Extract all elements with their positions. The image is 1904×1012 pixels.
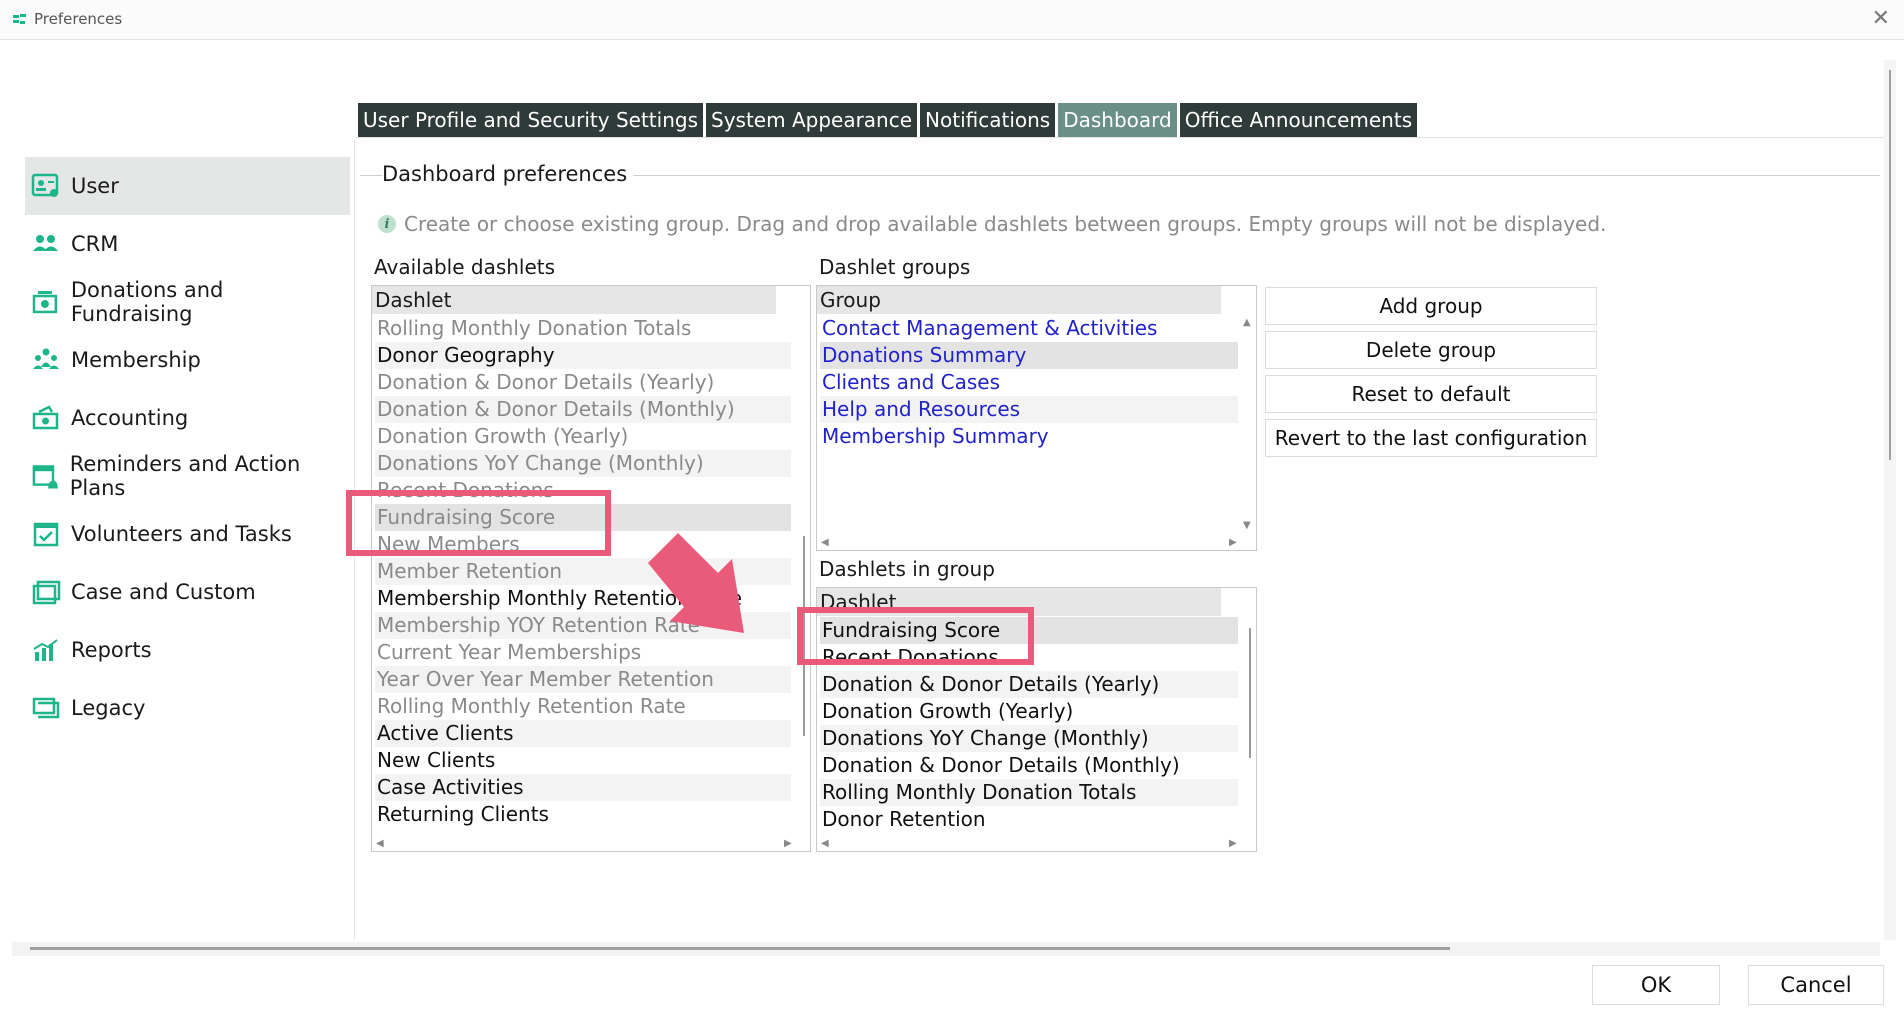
sidebar-item-label: Reports xyxy=(71,638,152,662)
sidebar-item-accounting[interactable]: Accounting xyxy=(25,389,350,447)
list-item[interactable]: Donation & Donor Details (Monthly) xyxy=(820,752,1238,779)
page-hscroll-thumb[interactable] xyxy=(30,947,1450,950)
scroll-left-icon[interactable]: ◀ xyxy=(376,838,384,849)
money-icon xyxy=(32,405,59,430)
list-item[interactable]: Membership Summary xyxy=(820,423,1238,450)
available-dashlets-label: Available dashlets xyxy=(374,255,556,279)
dashlet-groups-label: Dashlet groups xyxy=(819,255,971,279)
scroll-right-icon[interactable]: ▶ xyxy=(1229,838,1237,849)
scroll-right-icon[interactable]: ▶ xyxy=(784,838,792,849)
sidebar-item-donations[interactable]: Donations and Fundraising xyxy=(25,273,350,331)
scroll-up-icon[interactable]: ▲ xyxy=(1243,317,1251,328)
dashlet-groups-list[interactable]: Group Contact Management & Activities Do… xyxy=(816,285,1257,551)
list-item[interactable]: Rolling Monthly Retention Rate xyxy=(375,693,791,720)
reset-default-button[interactable]: Reset to default xyxy=(1265,375,1597,413)
sidebar: User CRM Donations and Fundraising Membe… xyxy=(25,157,350,737)
dashlets-in-group-label: Dashlets in group xyxy=(819,557,995,581)
page-vscroll-thumb[interactable] xyxy=(1889,70,1891,460)
list-item[interactable]: Help and Resources xyxy=(820,396,1238,423)
groups-header: Group xyxy=(817,286,1221,314)
cancel-button[interactable]: Cancel xyxy=(1748,965,1884,1005)
people-icon xyxy=(33,235,58,251)
sidebar-item-user[interactable]: User xyxy=(25,157,350,215)
title-bar: Preferences ✕ xyxy=(0,0,1904,40)
sidebar-item-label: Membership xyxy=(71,348,201,372)
list-item[interactable]: Donations YoY Change (Monthly) xyxy=(375,450,791,477)
sidebar-item-case-custom[interactable]: Case and Custom xyxy=(25,563,350,621)
tab-underline xyxy=(355,137,1885,138)
list-item[interactable]: Rolling Monthly Donation Totals xyxy=(820,779,1238,806)
delete-group-button[interactable]: Delete group xyxy=(1265,331,1597,369)
revert-config-button[interactable]: Revert to the last configuration xyxy=(1265,419,1597,457)
list-item[interactable]: Donor Retention xyxy=(820,806,1238,833)
groups-rows: Contact Management & Activities Donation… xyxy=(820,315,1238,450)
sidebar-item-label: Reminders and Action Plans xyxy=(69,452,301,500)
briefcase-icon xyxy=(32,580,61,605)
list-item[interactable]: Active Clients xyxy=(375,720,791,747)
info-message: i Create or choose existing group. Drag … xyxy=(378,212,1606,236)
section-legend: Dashboard preferences xyxy=(382,162,634,186)
info-icon: i xyxy=(378,215,396,233)
highlight-source-box xyxy=(346,490,611,556)
close-icon[interactable]: ✕ xyxy=(1872,6,1890,31)
list-item[interactable]: Donation & Donor Details (Monthly) xyxy=(375,396,791,423)
list-item[interactable]: Contact Management & Activities xyxy=(820,315,1238,342)
sidebar-item-legacy[interactable]: Legacy xyxy=(25,679,350,737)
sidebar-item-label: User xyxy=(71,174,119,198)
sidebar-item-reports[interactable]: Reports xyxy=(25,621,350,679)
add-group-button[interactable]: Add group xyxy=(1265,287,1597,325)
sidebar-item-label: Legacy xyxy=(71,696,146,720)
sidebar-item-label: Donations and Fundraising xyxy=(70,278,224,326)
sidebar-item-reminders[interactable]: Reminders and Action Plans xyxy=(25,447,350,505)
tab-bar: User Profile and Security Settings Syste… xyxy=(358,103,1420,137)
highlight-target-box xyxy=(797,607,1034,665)
calendar-check-icon xyxy=(33,522,59,547)
sidebar-item-label: CRM xyxy=(71,232,119,256)
sidebar-item-label: Volunteers and Tasks xyxy=(71,522,292,546)
in-group-vscroll-thumb[interactable] xyxy=(1249,628,1251,758)
scroll-left-icon[interactable]: ◀ xyxy=(821,838,829,849)
page-vertical-scrollbar[interactable] xyxy=(1884,60,1896,940)
tab-notifications[interactable]: Notifications xyxy=(920,103,1056,137)
list-item[interactable]: Rolling Monthly Donation Totals xyxy=(375,315,791,342)
sidebar-item-label: Accounting xyxy=(71,406,189,430)
user-card-icon xyxy=(31,173,59,197)
list-item[interactable]: Case Activities xyxy=(375,774,791,801)
app-logo-icon xyxy=(13,14,26,24)
bar-chart-icon xyxy=(33,639,58,661)
membership-icon xyxy=(33,348,59,369)
list-item[interactable]: Donor Geography xyxy=(375,342,791,369)
list-item[interactable]: Donation & Donor Details (Yearly) xyxy=(820,671,1238,698)
tab-system-appearance[interactable]: System Appearance xyxy=(706,103,918,137)
ok-button[interactable]: OK xyxy=(1592,965,1720,1005)
list-item[interactable]: Donation & Donor Details (Yearly) xyxy=(375,369,791,396)
list-item[interactable]: Clients and Cases xyxy=(820,369,1238,396)
list-item[interactable]: Donation Growth (Yearly) xyxy=(375,423,791,450)
tab-user-profile[interactable]: User Profile and Security Settings xyxy=(358,103,703,137)
sidebar-item-crm[interactable]: CRM xyxy=(25,215,350,273)
drag-arrow-icon xyxy=(648,533,744,633)
page-horizontal-scrollbar[interactable] xyxy=(12,942,1880,956)
list-item[interactable]: Donation Growth (Yearly) xyxy=(820,698,1238,725)
available-header: Dashlet xyxy=(372,286,776,314)
scroll-right-icon[interactable]: ▶ xyxy=(1229,537,1237,548)
sidebar-item-volunteers[interactable]: Volunteers and Tasks xyxy=(25,505,350,563)
scroll-down-icon[interactable]: ▼ xyxy=(1243,520,1251,531)
scroll-left-icon[interactable]: ◀ xyxy=(821,537,829,548)
tab-dashboard[interactable]: Dashboard xyxy=(1058,103,1177,137)
list-item[interactable]: Year Over Year Member Retention xyxy=(375,666,791,693)
list-item[interactable]: Donations Summary xyxy=(820,342,1238,369)
calendar-bell-icon xyxy=(32,465,58,489)
list-item[interactable]: Returning Clients xyxy=(375,801,791,828)
sidebar-item-label: Case and Custom xyxy=(71,580,256,604)
sidebar-item-membership[interactable]: Membership xyxy=(25,331,350,389)
info-text: Create or choose existing group. Drag an… xyxy=(404,212,1607,236)
list-item[interactable]: New Clients xyxy=(375,747,791,774)
window-title: Preferences xyxy=(34,10,123,28)
tab-office-announcements[interactable]: Office Announcements xyxy=(1179,103,1418,137)
list-item[interactable]: Donations YoY Change (Monthly) xyxy=(820,725,1238,752)
legacy-icon xyxy=(32,697,60,719)
donation-box-icon xyxy=(32,291,58,314)
